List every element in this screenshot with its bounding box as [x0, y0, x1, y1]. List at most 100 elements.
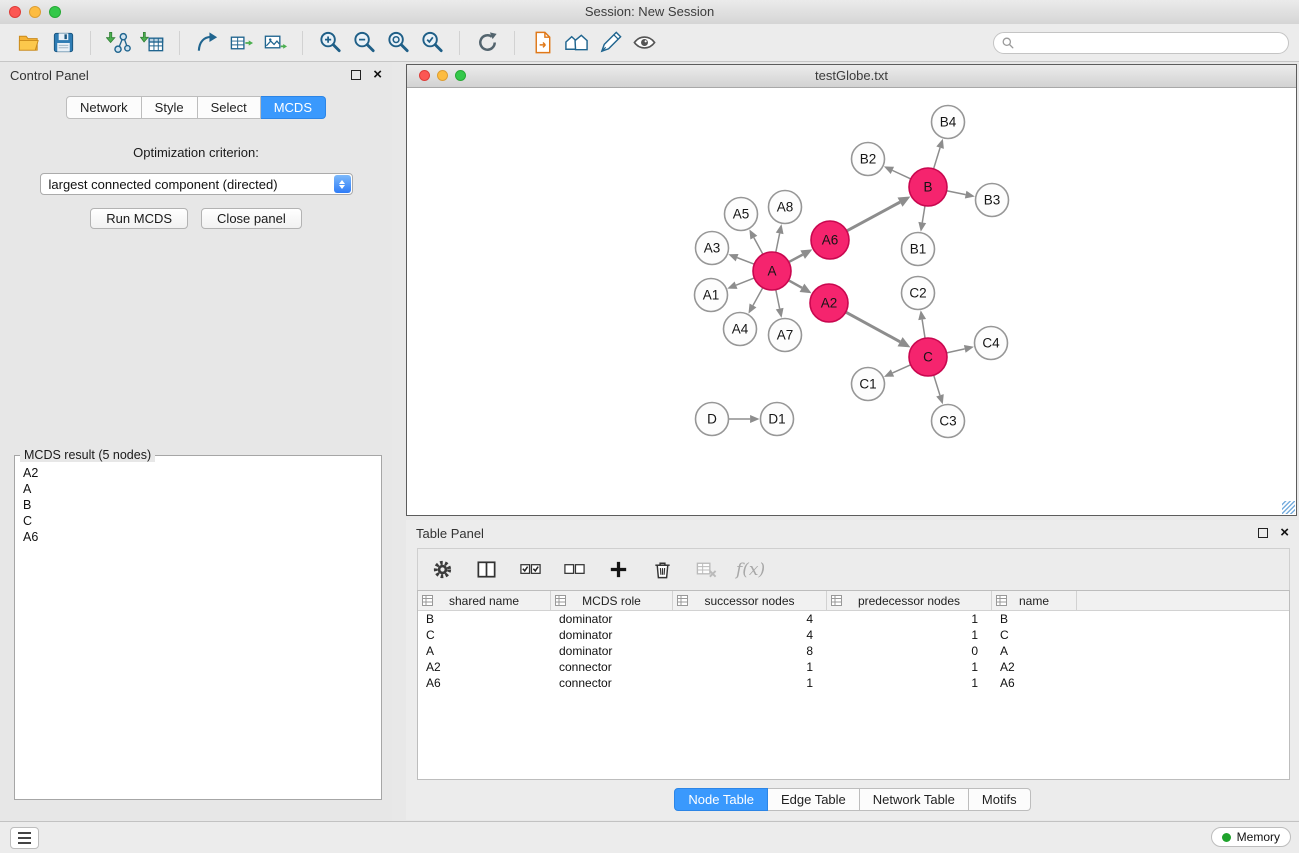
- refresh-icon: [475, 30, 500, 55]
- delete-row-button[interactable]: [648, 556, 676, 584]
- column-header-MCDS-role[interactable]: MCDS role: [551, 591, 673, 610]
- import-table-button[interactable]: [135, 27, 169, 59]
- graph-edge-B-B1[interactable]: [922, 206, 925, 223]
- toolbar-separator: [179, 31, 180, 55]
- zoom-selected-button[interactable]: [415, 27, 449, 59]
- graph-edge-A-A8[interactable]: [776, 233, 780, 252]
- float-panel-icon[interactable]: [351, 70, 361, 80]
- graph-edge-A-A5[interactable]: [754, 238, 763, 255]
- add-row-button[interactable]: [604, 556, 632, 584]
- column-header-shared-name[interactable]: shared name: [418, 591, 551, 610]
- eye-button[interactable]: [627, 27, 661, 59]
- delete-table-button[interactable]: [692, 556, 720, 584]
- export-table-button[interactable]: [224, 27, 258, 59]
- graph-edge-A-A3[interactable]: [737, 258, 754, 265]
- mcds-result-item[interactable]: A2: [15, 465, 381, 481]
- refresh-button[interactable]: [470, 27, 504, 59]
- toolbar-separator: [514, 31, 515, 55]
- graph-node-label: C4: [982, 336, 1000, 351]
- graph-node-label: A8: [777, 200, 794, 215]
- network-minimize-button[interactable]: [437, 70, 448, 81]
- mcds-result-item[interactable]: C: [15, 513, 381, 529]
- dropdown-stepper-icon[interactable]: [334, 175, 351, 193]
- mcds-result-item[interactable]: A: [15, 481, 381, 497]
- export-image-button[interactable]: [258, 27, 292, 59]
- table-row[interactable]: Bdominator41B: [418, 611, 1289, 627]
- column-header-successor-nodes[interactable]: successor nodes: [673, 591, 827, 610]
- resize-grip-icon[interactable]: [1282, 501, 1295, 514]
- select-all-button[interactable]: [516, 556, 544, 584]
- graph-edge-C-C1[interactable]: [893, 365, 911, 373]
- window-close-button[interactable]: [9, 6, 21, 18]
- graph-edge-A-A1[interactable]: [736, 278, 754, 285]
- graph-edge-A-A7[interactable]: [776, 290, 780, 309]
- column-header-predecessor-nodes[interactable]: predecessor nodes: [827, 591, 992, 610]
- tab-select[interactable]: Select: [198, 96, 261, 119]
- table-row[interactable]: Adominator80A: [418, 643, 1289, 659]
- show-columns-button[interactable]: [472, 556, 500, 584]
- function-builder-button[interactable]: f(x): [736, 560, 765, 580]
- search-box[interactable]: [993, 32, 1289, 54]
- graph-edge-B-B4[interactable]: [934, 148, 941, 169]
- zoom-fit-button[interactable]: [381, 27, 415, 59]
- zoom-in-button[interactable]: [313, 27, 347, 59]
- homes-button[interactable]: [559, 27, 593, 59]
- save-session-button[interactable]: [46, 27, 80, 59]
- network-canvas[interactable]: AA1A2A3A4A5A6A7A8BB1B2B3B4CC1C2C3C4DD1: [407, 88, 1296, 515]
- export-image-icon: [263, 30, 288, 55]
- export-network-button[interactable]: [190, 27, 224, 59]
- open-file-button[interactable]: [12, 27, 46, 59]
- settings-button[interactable]: [428, 556, 456, 584]
- close-table-panel-icon[interactable]: ×: [1280, 528, 1289, 538]
- search-input[interactable]: [1019, 35, 1280, 51]
- tab-edge-table[interactable]: Edge Table: [768, 788, 860, 811]
- table-row[interactable]: A6connector11A6: [418, 675, 1289, 691]
- float-table-panel-icon[interactable]: [1258, 528, 1268, 538]
- column-header-name[interactable]: name: [992, 591, 1077, 610]
- import-network-button[interactable]: [101, 27, 135, 59]
- close-panel-button[interactable]: Close panel: [201, 208, 302, 229]
- window-controls: [9, 6, 61, 18]
- optimization-dropdown[interactable]: largest connected component (directed): [40, 173, 353, 195]
- tab-network-table[interactable]: Network Table: [860, 788, 969, 811]
- unselect-all-button[interactable]: [560, 556, 588, 584]
- open-file-icon: [17, 30, 42, 55]
- document-export-button[interactable]: [525, 27, 559, 59]
- status-menu-button[interactable]: [10, 827, 39, 849]
- mcds-result-item[interactable]: B: [15, 497, 381, 513]
- table-row[interactable]: Cdominator41C: [418, 627, 1289, 643]
- table-row[interactable]: A2connector11A2: [418, 659, 1289, 675]
- graph-edge-C-C4[interactable]: [947, 349, 965, 353]
- run-mcds-button[interactable]: Run MCDS: [90, 208, 188, 229]
- tab-style[interactable]: Style: [142, 96, 198, 119]
- graph-edge-A-A2[interactable]: [789, 280, 802, 288]
- zoom-out-button[interactable]: [347, 27, 381, 59]
- graph-edge-arrow-icon: [965, 191, 975, 199]
- tab-node-table[interactable]: Node Table: [674, 788, 768, 811]
- window-minimize-button[interactable]: [29, 6, 41, 18]
- graph-edge-B-B3[interactable]: [947, 191, 966, 195]
- network-zoom-button[interactable]: [455, 70, 466, 81]
- brush-button[interactable]: [593, 27, 627, 59]
- graph-edge-A6-B[interactable]: [847, 202, 900, 231]
- graph-edge-C-C3[interactable]: [934, 375, 940, 395]
- graph-edge-A2-C[interactable]: [846, 312, 900, 342]
- network-close-button[interactable]: [419, 70, 430, 81]
- column-type-icon: [996, 595, 1007, 606]
- window-zoom-button[interactable]: [49, 6, 61, 18]
- graph-edge-B-B2[interactable]: [892, 170, 910, 179]
- column-header-label: MCDS role: [582, 594, 641, 608]
- graph-edge-arrow-icon: [776, 224, 784, 234]
- tab-network[interactable]: Network: [66, 96, 142, 119]
- table-cell: A2: [418, 660, 551, 674]
- network-graph[interactable]: AA1A2A3A4A5A6A7A8BB1B2B3B4CC1C2C3C4DD1: [407, 88, 1296, 515]
- graph-edge-C-C2[interactable]: [922, 320, 925, 339]
- graph-edge-A-A4[interactable]: [753, 288, 763, 306]
- memory-button[interactable]: Memory: [1211, 827, 1291, 847]
- tab-motifs[interactable]: Motifs: [969, 788, 1031, 811]
- control-panel-tabs: NetworkStyleSelectMCDS: [0, 96, 392, 119]
- graph-edge-A-A6[interactable]: [789, 255, 803, 262]
- close-panel-icon[interactable]: ×: [373, 70, 382, 80]
- mcds-result-item[interactable]: A6: [15, 529, 381, 545]
- tab-mcds[interactable]: MCDS: [261, 96, 326, 119]
